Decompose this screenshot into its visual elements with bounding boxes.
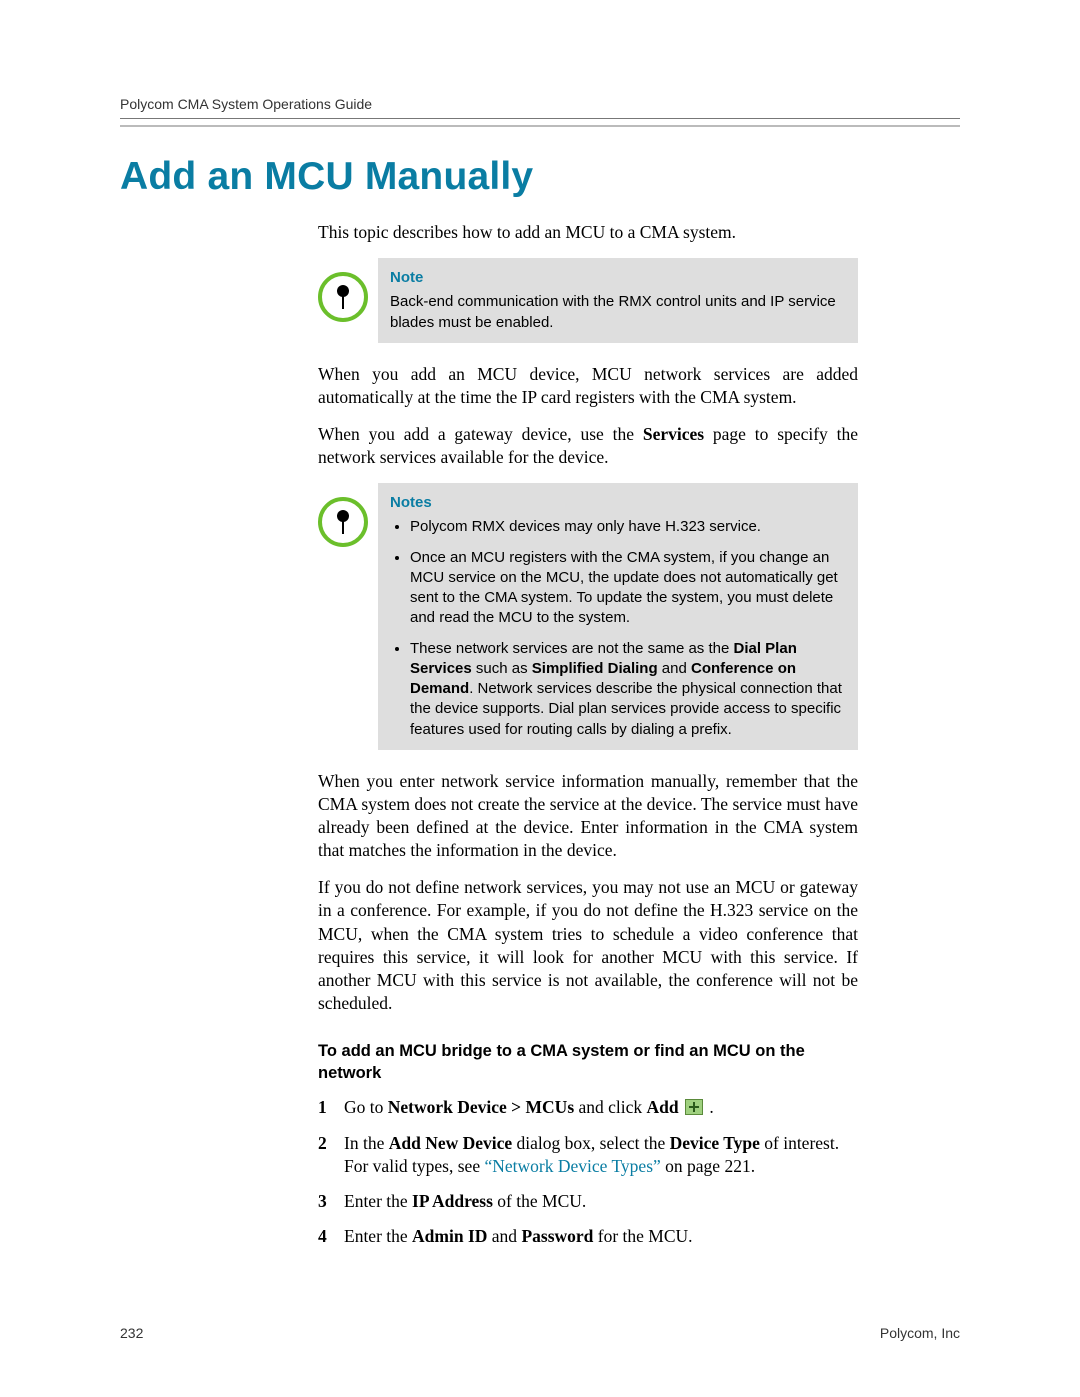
bold-text: Simplified Dialing <box>532 660 658 677</box>
text: . <box>705 1097 714 1117</box>
notes-label: Notes <box>390 493 846 513</box>
note-icon-cell <box>318 483 378 547</box>
bold-text: IP Address <box>412 1191 493 1211</box>
notes-item: Once an MCU registers with the CMA syste… <box>410 548 846 629</box>
bold-text: Services <box>643 424 704 444</box>
pin-icon <box>318 497 368 547</box>
paragraph-3: When you enter network service informati… <box>318 770 858 862</box>
paragraph-2: When you add a gateway device, use the S… <box>318 423 858 469</box>
note-text: Back-end communication with the RMX cont… <box>390 293 836 330</box>
text: and <box>658 660 691 677</box>
bold-text: Admin ID <box>412 1226 487 1246</box>
text: In the <box>344 1133 389 1153</box>
note-block-2: Notes Polycom RMX devices may only have … <box>318 483 858 750</box>
page-number: 232 <box>120 1325 143 1341</box>
text: and click <box>574 1097 646 1117</box>
procedure-steps: Go to Network Device > MCUs and click Ad… <box>318 1096 858 1247</box>
header-rule <box>120 118 960 127</box>
body-column: This topic describes how to add an MCU t… <box>318 221 858 1248</box>
text: of the MCU. <box>493 1191 586 1211</box>
bold-text: Add New Device <box>389 1133 512 1153</box>
text: Enter the <box>344 1191 412 1211</box>
bold-text: Add <box>647 1097 679 1117</box>
company-name: Polycom, Inc <box>880 1325 960 1341</box>
text: . Network services describe the physical… <box>410 680 842 738</box>
paragraph-4: If you do not define network services, y… <box>318 876 858 1015</box>
text: When you add a gateway device, use the <box>318 424 643 444</box>
note-block-1: Note Back-end communication with the RMX… <box>318 258 858 343</box>
step-4: Enter the Admin ID and Password for the … <box>318 1225 858 1248</box>
procedure-title: To add an MCU bridge to a CMA system or … <box>318 1041 858 1085</box>
step-2: In the Add New Device dialog box, select… <box>318 1132 858 1178</box>
page-title: Add an MCU Manually <box>120 155 960 199</box>
bold-text: Device Type <box>670 1133 760 1153</box>
step-1: Go to Network Device > MCUs and click Ad… <box>318 1096 858 1119</box>
page: Polycom CMA System Operations Guide Add … <box>0 0 1080 1397</box>
text: Enter the <box>344 1226 412 1246</box>
notes-item: Polycom RMX devices may only have H.323 … <box>410 517 846 537</box>
bold-text: Password <box>521 1226 593 1246</box>
note-icon-cell <box>318 258 378 322</box>
text: These network services are not the same … <box>410 640 734 657</box>
bold-text: Network Device > MCUs <box>388 1097 574 1117</box>
cross-reference-link[interactable]: “Network Device Types” <box>484 1156 660 1176</box>
text: and <box>487 1226 521 1246</box>
text: dialog box, select the <box>512 1133 669 1153</box>
note-body-1: Note Back-end communication with the RMX… <box>378 258 858 343</box>
pin-icon <box>318 272 368 322</box>
notes-list: Polycom RMX devices may only have H.323 … <box>390 517 846 740</box>
running-header: Polycom CMA System Operations Guide <box>120 96 960 118</box>
text: on page 221. <box>661 1156 755 1176</box>
notes-item: These network services are not the same … <box>410 639 846 740</box>
intro-paragraph: This topic describes how to add an MCU t… <box>318 221 858 244</box>
paragraph-1: When you add an MCU device, MCU network … <box>318 363 858 409</box>
add-icon <box>685 1099 703 1115</box>
text: such as <box>472 660 532 677</box>
note-body-2: Notes Polycom RMX devices may only have … <box>378 483 858 750</box>
page-footer: 232 Polycom, Inc <box>120 1325 960 1341</box>
note-label: Note <box>390 268 846 288</box>
text: for the MCU. <box>593 1226 692 1246</box>
step-3: Enter the IP Address of the MCU. <box>318 1190 858 1213</box>
text: Go to <box>344 1097 388 1117</box>
